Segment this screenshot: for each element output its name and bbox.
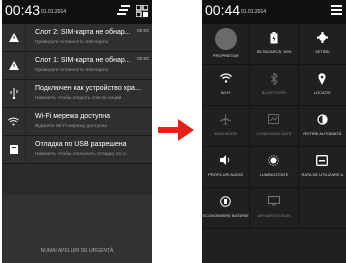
notification-title: Слот 1: SIM-карта не обнар... <box>35 57 131 64</box>
notification-sim1[interactable]: Слот 1: SIM-карта не обнар... Проверьте … <box>2 52 152 80</box>
status-time: 00:43 <box>5 2 41 18</box>
tile-label: MOD AVION <box>214 131 237 136</box>
wifi-icon <box>219 73 232 83</box>
tile-brightness[interactable]: LUMINOZITATE <box>250 147 299 187</box>
status-time: 00:44 <box>205 2 241 18</box>
quick-settings-icon[interactable] <box>136 5 148 17</box>
notification-title: Подключен как устройство хра... <box>35 85 141 92</box>
notifications-list-icon[interactable] <box>331 5 342 15</box>
left-status-bar: 00:43 01.01.2014 <box>2 0 152 24</box>
notification-title: Слот 2: SIM-карта не обнар... <box>35 29 131 36</box>
data-icon <box>268 114 280 124</box>
warning-icon <box>8 61 19 70</box>
tile-battery[interactable]: SE ÎNCARCĂ, 90% <box>250 24 299 64</box>
battery-saver-icon <box>220 196 231 207</box>
tile-audio-profiles[interactable]: PROFILURI AUDIO <box>202 147 251 187</box>
tile-screen-cast[interactable]: AFIȘARE ECRAN <box>250 188 299 228</box>
notification-title: Отладка по USB разрешена <box>35 141 127 148</box>
notification-subtitle: Проверьте готовность SIM-карты <box>35 68 109 73</box>
usage-rate-icon <box>316 155 329 166</box>
quick-settings-grid: PROPRIETAR SE ÎNCARCĂ, 90% SETĂRI WI-FI … <box>202 24 346 229</box>
notification-subtitle: Проверьте готовность SIM-карты <box>35 40 109 45</box>
notification-subtitle: Нажмите, чтобы отключить отладку по U... <box>35 152 130 157</box>
location-icon <box>318 73 326 85</box>
tile-label: SETĂRI <box>315 49 330 54</box>
bluetooth-icon <box>270 73 278 85</box>
battery-icon <box>270 32 278 44</box>
tile-label: PROPRIETAR <box>212 53 239 58</box>
tile-label: CONEXIUNE DATE <box>256 131 292 136</box>
status-date: 01.01.2014 <box>241 9 267 15</box>
tile-empty <box>299 188 346 228</box>
tile-label: SE ÎNCARCĂ, 90% <box>256 49 292 54</box>
wifi-icon <box>8 117 19 126</box>
right-phone-screen: 00:44 01.01.2014 PROPRIETAR SE ÎNCARCĂ, … <box>202 0 346 263</box>
tile-battery-saver[interactable]: ECONOMISIRE BATERIE <box>202 188 251 228</box>
clear-notifications-icon[interactable] <box>117 5 130 15</box>
tile-airplane-mode[interactable]: MOD AVION <box>202 106 251 146</box>
screen-cast-icon <box>267 196 280 206</box>
notification-time: 00:00 <box>136 29 149 34</box>
arrow-right-icon <box>158 119 194 141</box>
right-status-bar: 00:44 01.01.2014 <box>202 0 346 24</box>
notification-title: Wi-Fi мережа доступна <box>35 113 111 120</box>
usb-icon <box>10 88 17 99</box>
avatar-icon <box>214 28 237 50</box>
warning-icon <box>8 33 19 42</box>
tile-label: LUMINOZITATE <box>259 172 289 177</box>
tile-label: ECONOMISIRE BATERIE <box>202 213 249 218</box>
auto-rotate-icon <box>317 114 328 125</box>
tile-bluetooth[interactable]: BLUETOOTH <box>250 65 299 105</box>
notification-usb-storage[interactable]: Подключен как устройство хра... Нажмите,… <box>2 80 152 108</box>
tile-label: PROFILURI AUDIO <box>208 172 244 177</box>
tile-label: WI-FI <box>220 90 231 95</box>
notification-time: 00:00 <box>136 57 149 62</box>
tile-wifi[interactable]: WI-FI <box>202 65 251 105</box>
gear-icon <box>316 32 328 43</box>
notification-usb-debugging[interactable]: Отладка по USB разрешена Нажмите, чтобы … <box>2 136 152 164</box>
tile-label: ROTIRE AUTOMATĂ <box>303 131 342 136</box>
audio-profile-icon <box>219 155 229 165</box>
brightness-icon <box>268 155 280 166</box>
tile-settings[interactable]: SETĂRI <box>299 24 346 64</box>
tile-label: BLUETOOTH <box>261 90 287 95</box>
tile-label: AFIȘARE ECRAN <box>257 213 291 218</box>
notification-subtitle: Відкрити Wi-Fi мережу доступна <box>35 124 107 129</box>
airplane-icon <box>220 114 232 125</box>
debug-icon <box>9 145 18 154</box>
notification-subtitle: Нажмите, чтобы открыть список опций. <box>35 96 123 101</box>
status-date: 01.01.2014 <box>41 9 67 15</box>
tile-owner[interactable]: PROPRIETAR <box>202 24 251 64</box>
tile-data-connection[interactable]: CONEXIUNE DATE <box>250 106 299 146</box>
left-phone-screen: 00:43 01.01.2014 Слот 2: SIM-карта не об… <box>2 0 152 263</box>
tile-auto-rotate[interactable]: ROTIRE AUTOMATĂ <box>299 106 346 146</box>
tile-label: LOCAȚIE <box>313 90 331 95</box>
notification-sim2[interactable]: Слот 2: SIM-карта не обнар... Проверьте … <box>2 24 152 52</box>
tile-label: RATA DE UTILIZARE A <box>301 172 344 177</box>
emergency-calls-label: NUMAI APELURI DE URGENȚĂ <box>40 248 114 254</box>
tile-location[interactable]: LOCAȚIE <box>299 65 346 105</box>
tile-usage-rate[interactable]: RATA DE UTILIZARE A <box>299 147 346 187</box>
notification-wifi-available[interactable]: Wi-Fi мережа доступна Відкрити Wi-Fi мер… <box>2 108 152 136</box>
